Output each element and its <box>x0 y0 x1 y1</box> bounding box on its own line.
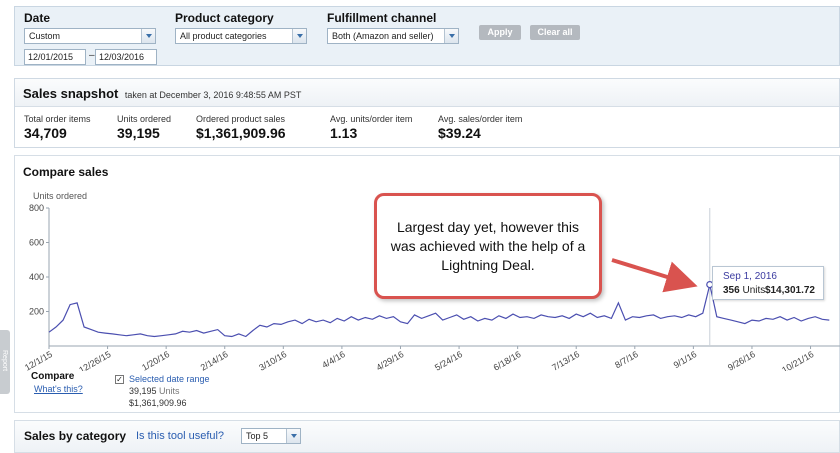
report-tab-label: Report <box>1 350 8 372</box>
sales-by-category-title: Sales by category <box>24 429 127 443</box>
chevron-down-icon[interactable] <box>286 429 300 443</box>
annotation-arrow-icon <box>611 258 698 293</box>
top-n-select[interactable]: Top 5 <box>241 428 301 444</box>
sales-by-category-panel: Sales by category Is this tool useful? T… <box>14 420 840 453</box>
tool-useful-link[interactable]: Is this tool useful? <box>136 430 224 442</box>
report-side-tab[interactable]: Report <box>0 330 10 394</box>
annotation-arrow-layer <box>611 258 698 293</box>
top-n-value: Top 5 <box>246 431 269 441</box>
